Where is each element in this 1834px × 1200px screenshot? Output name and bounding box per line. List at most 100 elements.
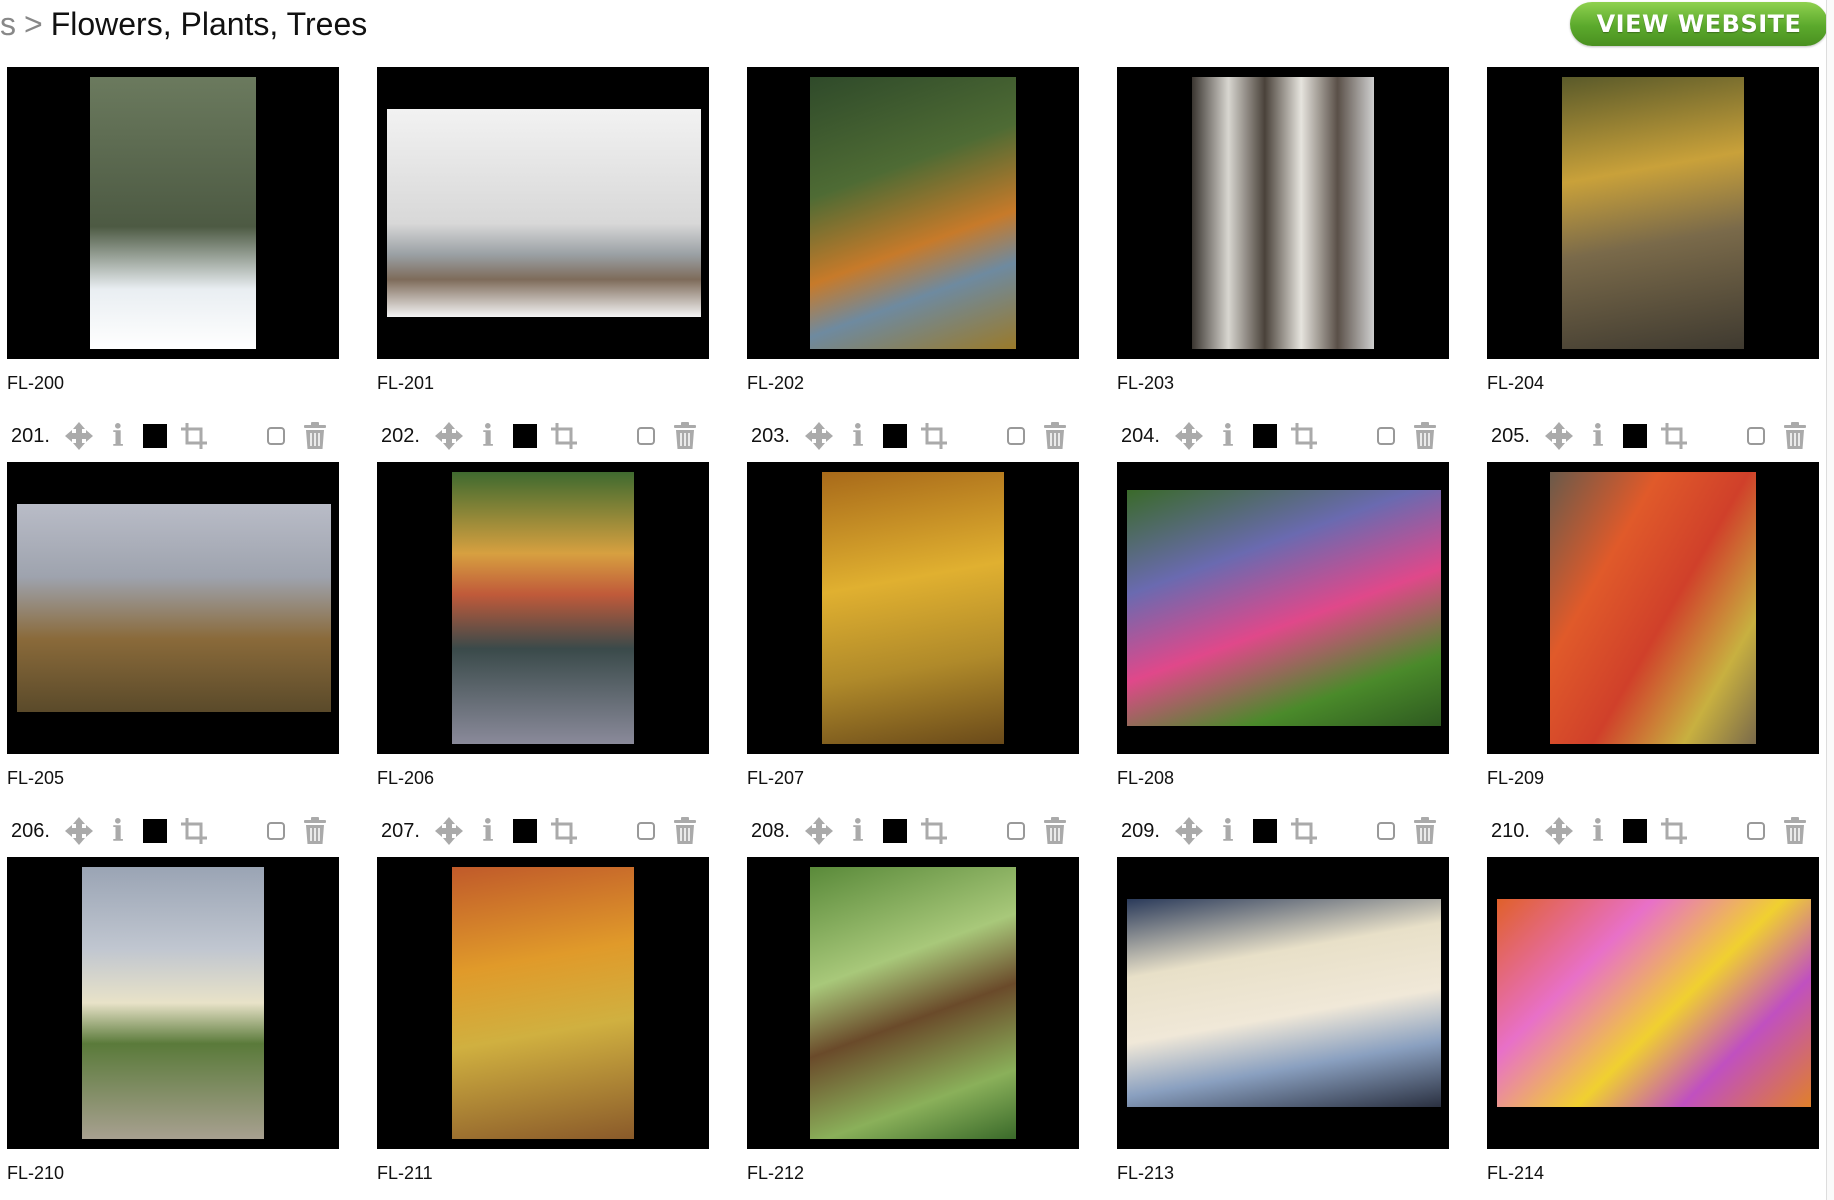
trash-icon[interactable] — [1781, 813, 1809, 849]
move-arrows-icon[interactable] — [431, 418, 467, 454]
trash-icon[interactable] — [1411, 418, 1439, 454]
black-square-icon[interactable] — [143, 424, 167, 448]
crop-icon[interactable] — [1287, 418, 1321, 454]
black-square-icon[interactable] — [1623, 819, 1647, 843]
select-checkbox[interactable] — [267, 427, 285, 445]
move-arrows-icon[interactable] — [1171, 418, 1207, 454]
info-icon[interactable]: i — [473, 813, 503, 849]
photo-golden-autumn-forest[interactable] — [822, 472, 1004, 744]
crop-icon[interactable] — [177, 813, 211, 849]
photo-frame[interactable] — [747, 857, 1079, 1149]
crop-icon[interactable] — [917, 813, 951, 849]
photo-autumn-pines-lake[interactable] — [810, 77, 1016, 349]
select-checkbox[interactable] — [267, 822, 285, 840]
trash-icon[interactable] — [1411, 813, 1439, 849]
trash-icon[interactable] — [301, 813, 329, 849]
select-checkbox[interactable] — [1377, 822, 1395, 840]
trash-icon[interactable] — [301, 418, 329, 454]
photo-yellow-leaves-stream[interactable] — [1562, 77, 1744, 349]
photo-frame[interactable] — [377, 857, 709, 1149]
card-number: 201. — [11, 424, 50, 447]
photo-fall-foliage-pond[interactable] — [452, 472, 634, 744]
view-website-button[interactable]: VIEW WEBSITE — [1570, 2, 1828, 46]
move-arrows-icon[interactable] — [801, 418, 837, 454]
info-icon[interactable]: i — [1213, 813, 1243, 849]
photo-white-roses-bouquet[interactable] — [1127, 899, 1441, 1107]
info-icon[interactable]: i — [103, 813, 133, 849]
photo-bleeding-hearts-flowers[interactable] — [1127, 490, 1441, 726]
card-number: 205. — [1491, 424, 1530, 447]
trash-icon[interactable] — [1041, 418, 1069, 454]
select-checkbox[interactable] — [1007, 427, 1025, 445]
black-square-icon[interactable] — [1253, 819, 1277, 843]
photo-frame[interactable] — [377, 67, 709, 359]
photo-caption: FL-204 — [1487, 373, 1545, 393]
trash-icon[interactable] — [1781, 418, 1809, 454]
select-checkbox[interactable] — [1377, 427, 1395, 445]
crop-icon[interactable] — [1287, 813, 1321, 849]
info-icon[interactable]: i — [843, 418, 873, 454]
photo-frame[interactable] — [1487, 462, 1819, 754]
black-square-icon[interactable] — [883, 819, 907, 843]
move-arrows-icon[interactable] — [431, 813, 467, 849]
crop-icon[interactable] — [1657, 813, 1691, 849]
photo-birch-trees-snow[interactable] — [1192, 77, 1374, 349]
info-icon[interactable]: i — [103, 418, 133, 454]
photo-frame[interactable] — [1487, 857, 1819, 1149]
photo-snowy-forest-bridge[interactable] — [90, 77, 256, 349]
black-square-icon[interactable] — [513, 819, 537, 843]
photo-autumn-branches-marsh[interactable] — [17, 504, 331, 712]
trash-icon[interactable] — [1041, 813, 1069, 849]
select-checkbox[interactable] — [637, 822, 655, 840]
photo-frame[interactable] — [377, 462, 709, 754]
card-toolbar: 204. i — [1117, 416, 1449, 456]
black-square-icon[interactable] — [513, 424, 537, 448]
move-arrows-icon[interactable] — [1171, 813, 1207, 849]
crop-icon[interactable] — [1657, 418, 1691, 454]
photo-frame[interactable] — [7, 462, 339, 754]
select-checkbox[interactable] — [1747, 822, 1765, 840]
photo-gerbera-daisies[interactable] — [1497, 899, 1811, 1107]
photo-frame[interactable] — [1117, 462, 1449, 754]
photo-frame[interactable] — [747, 67, 1079, 359]
photo-frame[interactable] — [1487, 67, 1819, 359]
info-icon[interactable]: i — [1583, 813, 1613, 849]
move-arrows-icon[interactable] — [801, 813, 837, 849]
photo-caption: FL-205 — [7, 768, 65, 788]
info-icon[interactable]: i — [1213, 418, 1243, 454]
photo-red-sumac-leaves[interactable] — [1550, 472, 1756, 744]
crop-icon[interactable] — [547, 813, 581, 849]
info-icon[interactable]: i — [1583, 418, 1613, 454]
black-square-icon[interactable] — [1623, 424, 1647, 448]
black-square-icon[interactable] — [1253, 424, 1277, 448]
photo-frame[interactable] — [1117, 67, 1449, 359]
crop-icon[interactable] — [547, 418, 581, 454]
move-arrows-icon[interactable] — [1541, 813, 1577, 849]
select-checkbox[interactable] — [1007, 822, 1025, 840]
info-icon[interactable]: i — [843, 813, 873, 849]
photo-frame[interactable] — [7, 67, 339, 359]
crop-icon[interactable] — [177, 418, 211, 454]
trash-icon[interactable] — [671, 418, 699, 454]
breadcrumb-prev-link[interactable]: s — [0, 6, 16, 42]
crop-icon[interactable] — [917, 418, 951, 454]
trash-icon[interactable] — [671, 813, 699, 849]
photo-rose-bouquet-vase[interactable] — [82, 867, 264, 1139]
black-square-icon[interactable] — [883, 424, 907, 448]
info-icon[interactable]: i — [473, 418, 503, 454]
select-checkbox[interactable] — [1747, 427, 1765, 445]
photo-winter-tree-field[interactable] — [387, 109, 701, 317]
photo-frame[interactable] — [7, 857, 339, 1149]
select-checkbox[interactable] — [637, 427, 655, 445]
black-square-icon[interactable] — [143, 819, 167, 843]
move-arrows-icon[interactable] — [61, 813, 97, 849]
move-arrows-icon[interactable] — [61, 418, 97, 454]
photo-frame[interactable] — [747, 462, 1079, 754]
photo-frame[interactable] — [1117, 857, 1449, 1149]
photo-autumn-forest-path[interactable] — [452, 867, 634, 1139]
scrollbar[interactable] — [1826, 0, 1834, 1200]
photo-caption: FL-208 — [1117, 768, 1175, 788]
photo-pine-cones-needles[interactable] — [810, 867, 1016, 1139]
move-arrows-icon[interactable] — [1541, 418, 1577, 454]
photo-caption: FL-214 — [1487, 1163, 1545, 1183]
